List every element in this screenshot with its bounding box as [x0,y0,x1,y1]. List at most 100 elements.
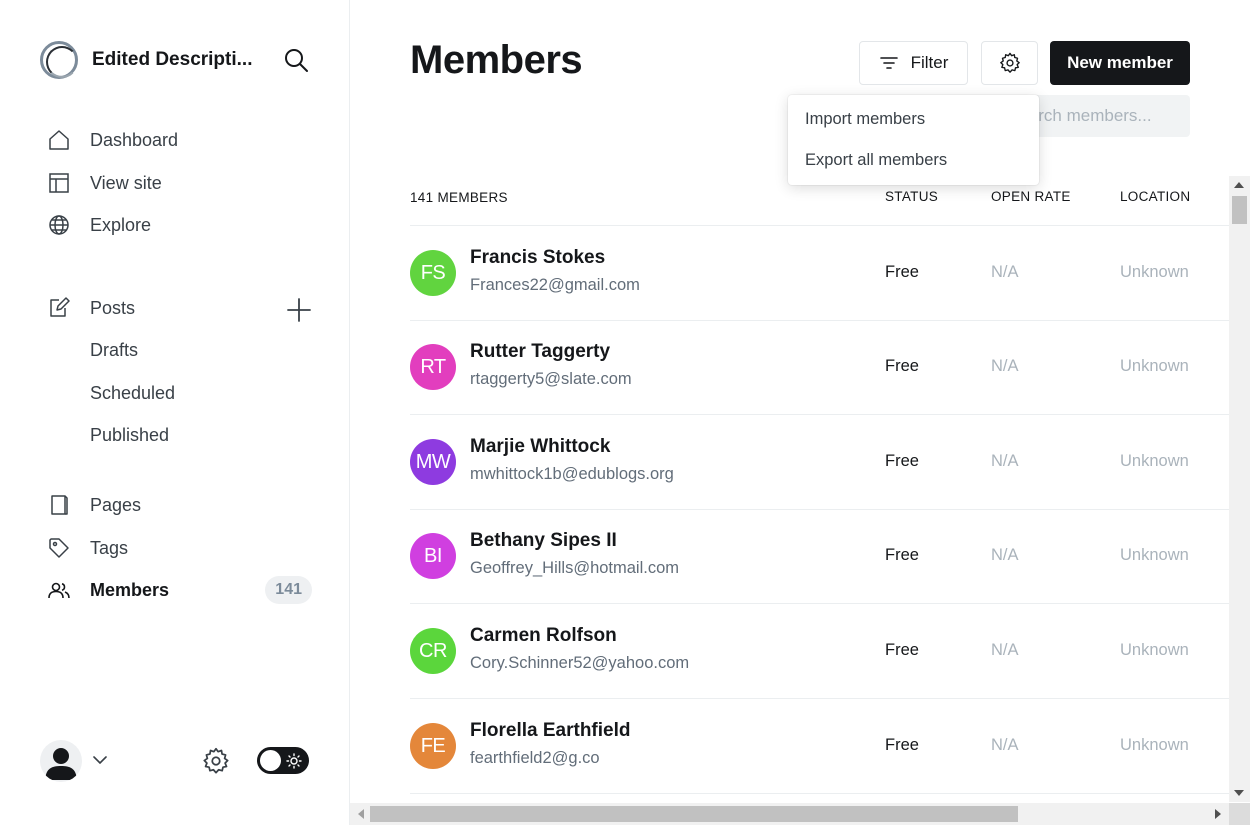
users-icon [48,579,70,601]
vertical-scrollbar[interactable] [1229,176,1250,802]
table-row[interactable]: RT Rutter Taggerty rtaggerty5@slate.com … [410,320,1230,415]
scrollbar-corner [1229,803,1250,825]
member-location: Unknown [1120,357,1189,375]
nav-members[interactable]: Members 141 [40,573,312,607]
sun-icon [286,753,302,769]
open-rate-header[interactable]: OPEN RATE [991,189,1071,204]
member-location: Unknown [1120,546,1189,564]
filter-icon [879,57,898,69]
member-location: Unknown [1120,263,1189,281]
nav-tags-label: Tags [90,537,129,558]
nav-drafts[interactable]: Drafts [40,333,312,367]
nav-dashboard[interactable]: Dashboard [40,123,312,157]
member-status: Free [885,263,919,281]
member-open-rate: N/A [991,546,1019,564]
import-members-item[interactable]: Import members [788,104,1039,145]
nav-view-site[interactable]: View site [40,166,312,200]
scroll-up-arrow-icon[interactable] [1234,182,1244,188]
member-avatar: FE [410,723,456,769]
member-status: Free [885,357,919,375]
member-avatar: BI [410,533,456,579]
table-row[interactable]: FS Francis Stokes Frances22@gmail.com Fr… [410,226,1230,321]
member-status: Free [885,736,919,754]
sidebar: Edited Descripti... Dashboard View site … [0,0,350,825]
layout-icon [48,172,70,194]
member-location: Unknown [1120,452,1189,470]
nav-view-site-label: View site [90,172,162,193]
nav-scheduled-label: Scheduled [90,382,176,403]
nav-scheduled[interactable]: Scheduled [40,376,312,410]
nav-explore[interactable]: Explore [40,208,312,242]
member-name: Francis Stokes [470,247,606,268]
filter-button[interactable]: Filter [859,41,968,85]
table-row[interactable]: MW Marjie Whittock mwhittock1b@edublogs.… [410,415,1230,510]
user-avatar[interactable] [40,740,82,782]
table-row[interactable]: CR Carmen Rolfson Cory.Schinner52@yahoo.… [410,604,1230,699]
members-count-badge: 141 [265,576,312,604]
scroll-down-arrow-icon[interactable] [1234,790,1244,796]
member-open-rate: N/A [991,452,1019,470]
nav-dashboard-label: Dashboard [90,129,179,150]
location-header[interactable]: LOCATION [1120,189,1190,204]
member-email: rtaggerty5@slate.com [470,370,632,388]
member-open-rate: N/A [991,357,1019,375]
member-avatar: CR [410,628,456,674]
member-name: Rutter Taggerty [470,341,611,362]
export-members-item[interactable]: Export all members [788,145,1039,186]
nav-tags[interactable]: Tags [40,531,312,565]
settings-gear-icon[interactable] [202,747,230,775]
scroll-right-arrow-icon[interactable] [1215,809,1221,819]
theme-toggle[interactable] [257,747,309,774]
status-header[interactable]: STATUS [885,189,938,204]
table-row[interactable]: BI Bethany Sipes II Geoffrey_Hills@hotma… [410,509,1230,604]
site-brand[interactable]: Edited Descripti... [40,40,252,80]
vertical-scroll-thumb[interactable] [1232,196,1247,224]
horizontal-scroll-thumb[interactable] [370,806,1018,822]
nav-pages-label: Pages [90,494,142,515]
member-email: Geoffrey_Hills@hotmail.com [470,559,680,577]
page-title: Members [410,38,583,82]
member-email: Frances22@gmail.com [470,276,640,294]
edit-icon [48,297,70,319]
nav-drafts-label: Drafts [90,339,139,360]
nav-posts[interactable]: Posts [40,291,312,325]
nav-pages[interactable]: Pages [40,488,312,522]
scroll-left-arrow-icon[interactable] [358,809,364,819]
nav-explore-label: Explore [90,214,152,235]
member-status: Free [885,452,919,470]
nav-published-label: Published [90,424,170,445]
members-settings-button[interactable] [981,41,1038,85]
horizontal-scrollbar[interactable] [350,803,1229,825]
members-actions-menu: Import members Export all members [788,95,1039,185]
nav-posts-label: Posts [90,297,136,318]
site-logo-icon [40,41,78,79]
member-avatar: RT [410,344,456,390]
table-row[interactable]: FE Florella Earthfield fearthfield2@g.co… [410,699,1230,794]
table-header: 141 MEMBERS STATUS OPEN RATE LOCATION [410,189,1230,226]
member-name: Carmen Rolfson [470,625,617,646]
member-status: Free [885,546,919,564]
nav-members-label: Members [90,579,170,600]
member-open-rate: N/A [991,263,1019,281]
members-count-header[interactable]: 141 MEMBERS [410,190,508,205]
member-name: Bethany Sipes II [470,530,617,551]
member-email: Cory.Schinner52@yahoo.com [470,654,690,672]
tag-icon [48,537,70,559]
sidebar-footer [40,738,312,782]
member-open-rate: N/A [991,641,1019,659]
member-avatar: MW [410,439,456,485]
member-location: Unknown [1120,641,1189,659]
filter-button-label: Filter [910,53,949,72]
globe-icon [48,214,70,236]
member-status: Free [885,641,919,659]
home-icon [48,129,70,151]
member-email: mwhittock1b@edublogs.org [470,465,674,483]
toggle-knob [260,750,281,771]
member-name: Florella Earthfield [470,720,631,741]
add-post-button[interactable] [285,296,313,324]
nav-published[interactable]: Published [40,418,312,452]
new-member-button[interactable]: New member [1050,41,1190,85]
member-open-rate: N/A [991,736,1019,754]
search-icon[interactable] [283,47,309,73]
chevron-down-icon[interactable] [92,752,108,768]
